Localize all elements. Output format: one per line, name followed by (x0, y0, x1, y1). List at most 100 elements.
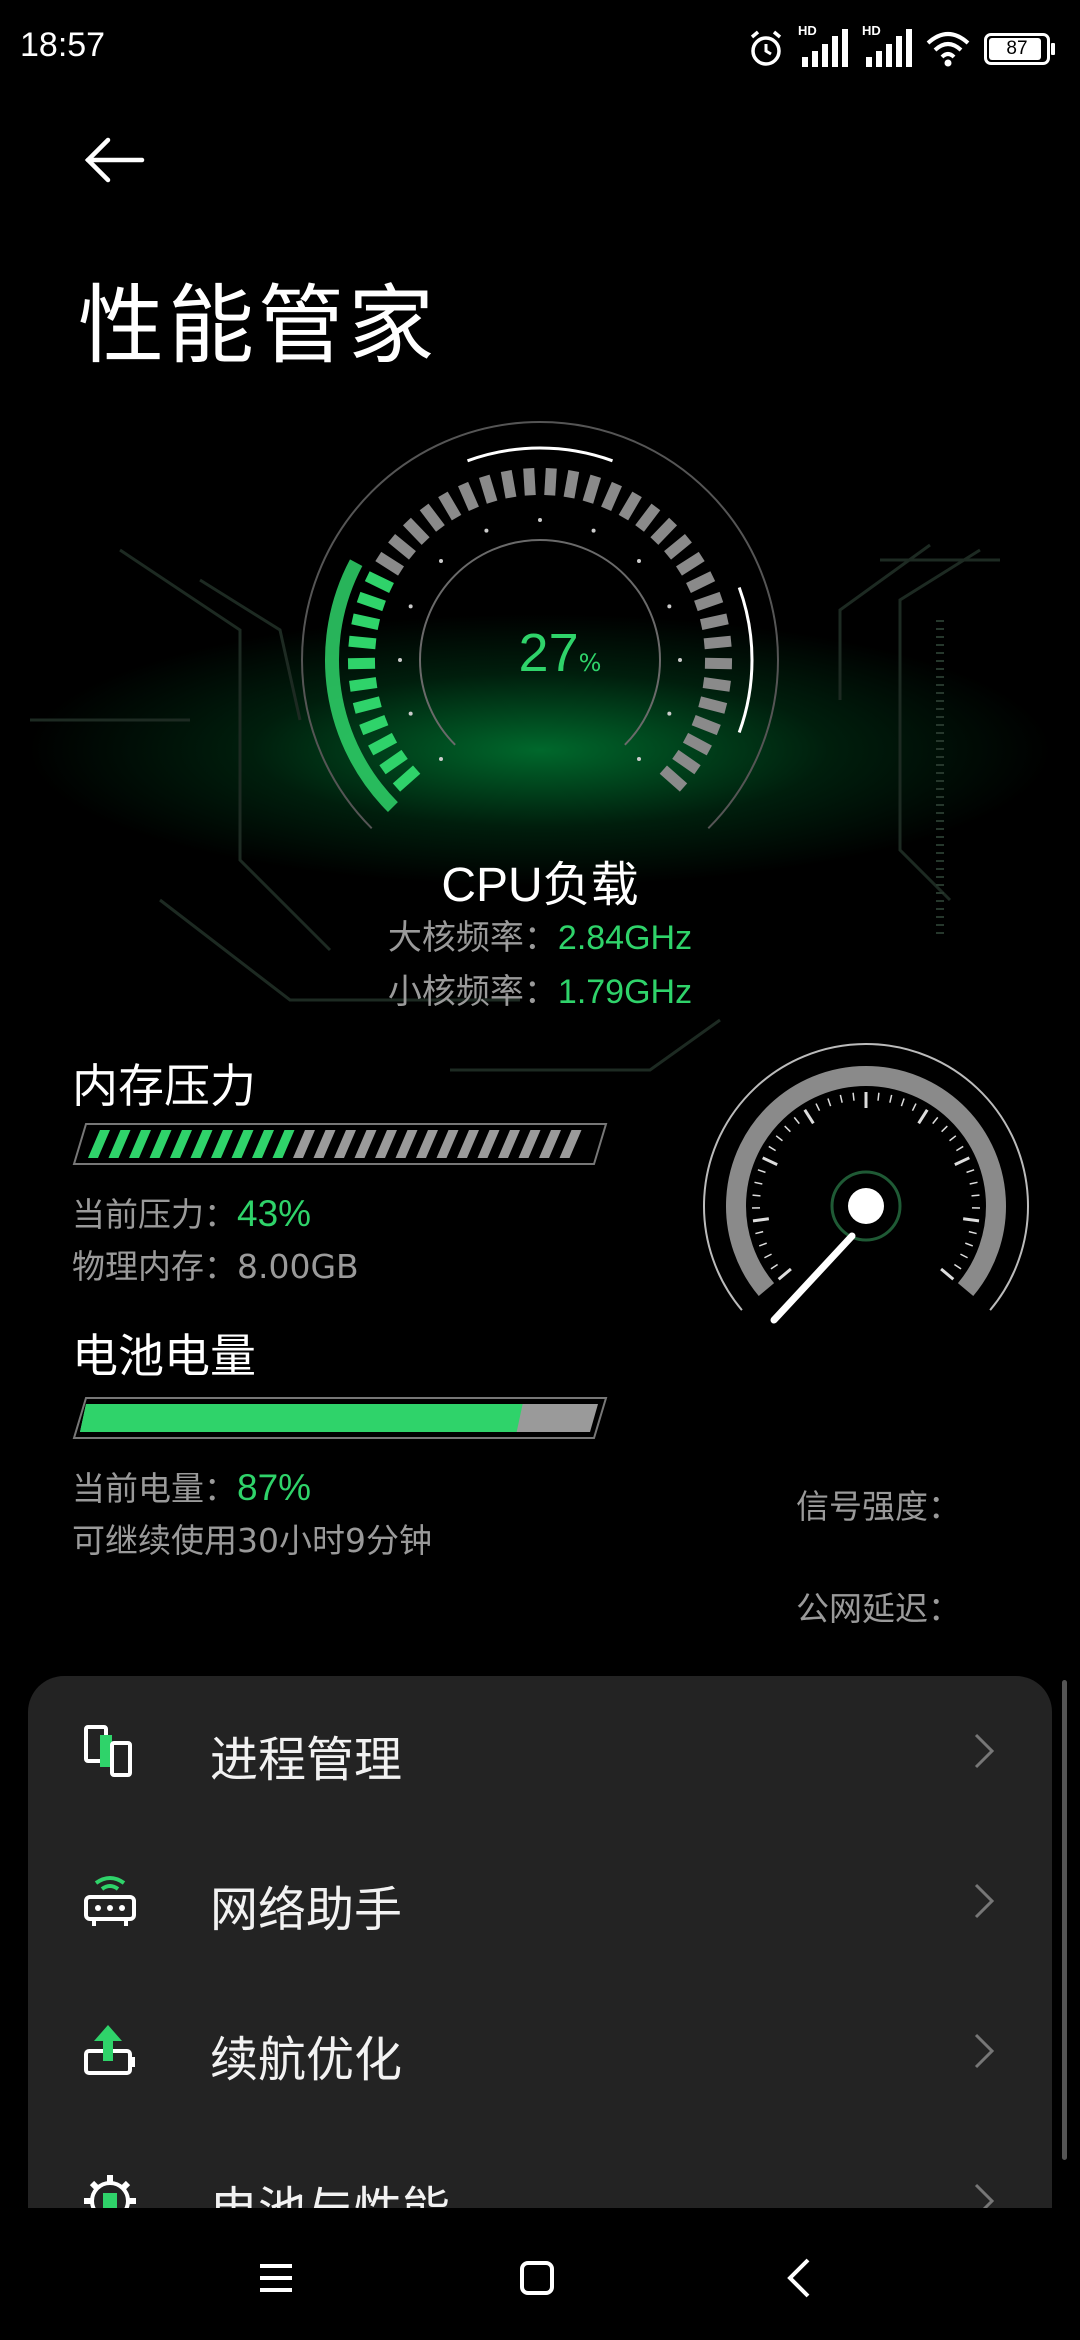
gauge-segment (419, 503, 445, 532)
bar-stripe (170, 1130, 192, 1158)
gauge-segment (694, 591, 724, 612)
gauge-segment (402, 517, 430, 545)
gauge-segment (703, 635, 732, 650)
gauge-segment (500, 470, 517, 499)
menu-item-process-manager[interactable]: 进程管理 (28, 1676, 1052, 1826)
cpu-load-label: CPU负载 (441, 859, 639, 912)
bar-stripe (416, 1130, 438, 1158)
back-button[interactable] (80, 130, 160, 190)
bar-stripe (354, 1130, 377, 1158)
memory-pressure-label: 当前压力： (72, 1195, 237, 1234)
gauge-segment (664, 533, 692, 560)
gauge-top-marker (466, 446, 614, 463)
menu-item-battery-optimization[interactable]: 续航优化 (28, 1976, 1052, 2126)
bar-stripe (375, 1130, 397, 1158)
status-time: 18:57 (20, 26, 106, 64)
gauge-segment (618, 491, 642, 521)
bar-stripe (477, 1130, 500, 1158)
dial-tick (755, 1230, 764, 1235)
physical-memory-info: 物理内存：8.00GB (72, 1240, 359, 1288)
navigation-bar (0, 2208, 1080, 2340)
battery-level-label: 当前电量： (72, 1469, 237, 1508)
cpu-load-unit: % (578, 649, 602, 677)
dial-tick (941, 1125, 948, 1133)
gauge-segment (676, 551, 705, 576)
gauge-dot (408, 711, 413, 716)
gauge-segment (672, 749, 701, 775)
memory-pressure-bar (72, 1123, 608, 1165)
dial-tick (754, 1181, 763, 1185)
dial-tick (968, 1230, 977, 1235)
gauge-segment (686, 571, 716, 593)
dial-tick (752, 1194, 761, 1197)
gauge-segment (635, 503, 661, 532)
bar-stripe (211, 1130, 233, 1158)
bar-stripe (334, 1130, 356, 1158)
bar-stripe (231, 1130, 254, 1158)
gauge-segment (582, 474, 601, 504)
dial-hub (848, 1188, 884, 1224)
gauge-segment (699, 613, 729, 631)
gauge-segment (379, 749, 408, 775)
dial-needle (770, 1232, 856, 1324)
bar-stripe (272, 1130, 295, 1158)
small-core-frequency: 小核频率：1.79GHz (0, 964, 1080, 1013)
dial-tick (911, 1103, 917, 1112)
bar-stripe (395, 1130, 418, 1158)
chevron-right-icon (974, 1883, 995, 1919)
gauge-dot (408, 604, 413, 609)
physical-memory-label: 物理内存： (72, 1247, 237, 1286)
dial-tick (827, 1098, 832, 1107)
small-core-label: 小核频率： (387, 972, 558, 1012)
gauge-segment (438, 491, 462, 521)
dial-tick (757, 1169, 766, 1174)
gauge-segment (364, 571, 394, 593)
big-core-label: 大核频率： (387, 918, 558, 958)
dial-tick (962, 1217, 980, 1223)
gauge-dot (439, 756, 444, 761)
dial-tick (770, 1263, 779, 1270)
dial-tick (877, 1092, 880, 1101)
dial-tick (758, 1242, 767, 1247)
bar-stripe (108, 1130, 131, 1158)
gauge-segment (691, 715, 721, 736)
dial-tick (752, 1217, 770, 1223)
chevron-right-icon (974, 2033, 995, 2069)
cpu-load-value: 27 (518, 623, 579, 683)
battery-remaining-time: 可继续使用30小时9分钟 (72, 1521, 432, 1560)
scrollbar[interactable] (1062, 1680, 1067, 2160)
bar-stripe (498, 1130, 520, 1158)
gauge-segment (601, 481, 622, 512)
menu-item-label: 进程管理 (210, 1732, 403, 1788)
dial-tick (839, 1094, 843, 1103)
public-latency-label: 公网延迟： (796, 1589, 961, 1628)
bar-stripe (559, 1130, 582, 1158)
small-core-value: 1.79GHz (557, 973, 693, 1011)
dial-tick (784, 1125, 791, 1133)
gauge-segment (349, 677, 378, 692)
gauge-segment (356, 591, 386, 612)
dial-tick (777, 1267, 792, 1281)
battery-icon: 87 (984, 33, 1055, 65)
dial-tick (949, 1135, 957, 1142)
gauge-segment (563, 470, 580, 499)
menu-icon[interactable] (246, 2248, 306, 2308)
back-icon[interactable] (770, 2248, 830, 2308)
menu-item-label: 网络助手 (210, 1882, 403, 1938)
dial-tick (971, 1194, 980, 1197)
dial-tick (966, 1169, 975, 1174)
dial-tick (768, 1145, 777, 1152)
home-icon[interactable] (507, 2248, 567, 2308)
battery-level-bar (72, 1397, 608, 1439)
bar-stripe (88, 1130, 110, 1158)
gauge-segment (682, 732, 712, 756)
menu-item-network-assistant[interactable]: 网络助手 (28, 1826, 1052, 1976)
gauge-segment (458, 481, 479, 512)
gauge-dot (667, 604, 672, 609)
gauge-segment (544, 468, 557, 496)
dial-tick (955, 1145, 964, 1152)
gauge-dot (398, 658, 402, 662)
dial-tick (954, 1156, 970, 1166)
network-speed-gauge (703, 1043, 1029, 1324)
gauge-segment (352, 696, 382, 714)
